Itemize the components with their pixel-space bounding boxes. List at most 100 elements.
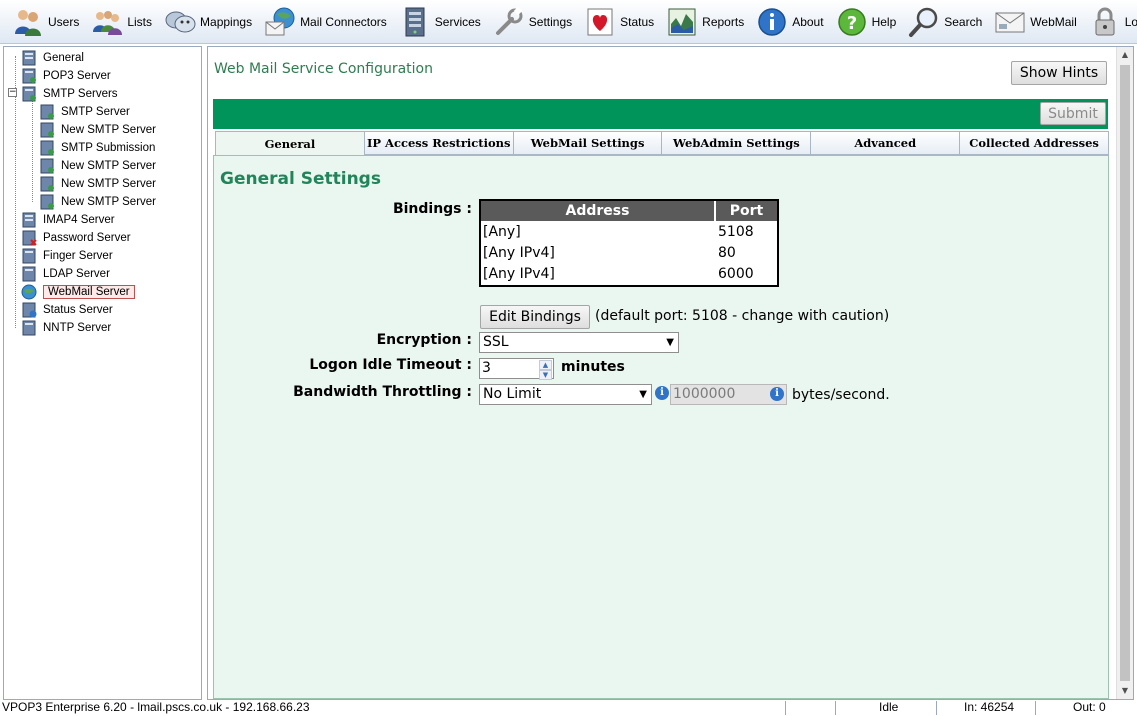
bindings-note: (default port: 5108 - change with cautio…: [595, 308, 890, 324]
settings-icon: [493, 6, 525, 38]
tree-item-smtp-server[interactable]: SMTP Server: [39, 103, 130, 121]
show-hints-button[interactable]: Show Hints: [1011, 61, 1107, 85]
column-header-address: Address: [481, 201, 714, 221]
tab-webmail-settings[interactable]: WebMail Settings: [513, 131, 663, 155]
toolbar-mail-connectors-button[interactable]: Mail Connectors: [260, 2, 391, 42]
mail-connectors-icon: [264, 6, 296, 38]
submit-button[interactable]: Submit: [1040, 102, 1106, 125]
edit-bindings-button[interactable]: Edit Bindings: [480, 305, 590, 329]
section-title: General Settings: [220, 169, 381, 189]
tree-item-pop3-server[interactable]: POP3 Server: [21, 67, 111, 85]
toolbar-status-button[interactable]: Status: [580, 2, 658, 42]
status-divider: [785, 701, 786, 715]
toolbar-lists-button[interactable]: Lists: [87, 2, 156, 42]
bindings-label: Bindings :: [392, 201, 472, 217]
tree-item-password-server[interactable]: Password Server: [21, 229, 131, 247]
server-icon: [39, 158, 55, 174]
tab-advanced[interactable]: Advanced: [811, 131, 961, 155]
about-icon: [756, 6, 788, 38]
tab-collected-addresses[interactable]: Collected Addresses: [960, 131, 1109, 155]
bandwidth-throttling-value: No Limit: [483, 386, 542, 402]
tab-bar: General IP Access Restrictions WebMail S…: [215, 131, 1109, 155]
toolbar-reports-label: Reports: [702, 14, 745, 29]
dropdown-arrow-icon: ▼: [666, 337, 674, 348]
dropdown-arrow-icon: ▼: [639, 389, 647, 400]
toolbar-settings-label: Settings: [528, 14, 573, 29]
server-icon: [39, 122, 55, 138]
webmail-icon: [994, 6, 1026, 38]
svg-text:?: ?: [846, 13, 856, 34]
scroll-up-icon[interactable]: ▲: [1117, 47, 1133, 63]
bindings-table: Address Port [Any] 5108 [Any IPv4] 80 [A…: [479, 199, 779, 287]
tree-item-new-smtp-server[interactable]: New SMTP Server: [39, 157, 156, 175]
status-divider: [835, 701, 836, 715]
collapse-icon[interactable]: −: [8, 88, 17, 97]
info-icon[interactable]: i: [770, 387, 784, 401]
toolbar-about-button[interactable]: About: [752, 2, 827, 42]
tree-item-status-server[interactable]: Status Server: [21, 301, 113, 319]
status-out-count: Out: 0: [1073, 700, 1106, 714]
tree-item-finger-server[interactable]: Finger Server: [21, 247, 113, 265]
tab-ip-access-restrictions[interactable]: IP Access Restrictions: [364, 131, 514, 155]
tree-item-ldap-server[interactable]: LDAP Server: [21, 265, 110, 283]
search-icon: [908, 6, 940, 38]
main-panel: Web Mail Service Configuration Show Hint…: [207, 46, 1134, 700]
server-icon: [21, 50, 37, 66]
services-icon: [399, 6, 431, 38]
bandwidth-throttling-select[interactable]: No Limit ▼: [479, 384, 652, 405]
spin-up-icon[interactable]: ▲: [539, 360, 552, 370]
scroll-down-icon[interactable]: ▼: [1117, 683, 1133, 699]
toolbar-services-button[interactable]: Services: [395, 2, 485, 42]
password-server-icon: [21, 230, 37, 246]
toolbar-help-button[interactable]: ? Help: [832, 2, 901, 42]
server-icon: [21, 68, 37, 84]
toolbar-search-button[interactable]: Search: [904, 2, 986, 42]
toolbar-logout-button[interactable]: Logout: [1085, 2, 1137, 42]
server-icon: [21, 320, 37, 336]
info-icon[interactable]: i: [655, 386, 669, 400]
toolbar-status-label: Status: [620, 14, 655, 29]
encryption-select[interactable]: SSL ▼: [479, 332, 679, 353]
action-bar: Submit: [213, 99, 1108, 129]
logon-idle-timeout-unit: minutes: [561, 359, 625, 375]
tree-item-general[interactable]: General: [21, 49, 84, 67]
toolbar-mappings-label: Mappings: [200, 14, 253, 29]
toolbar-users-button[interactable]: Users: [8, 2, 83, 42]
status-icon: [584, 6, 616, 38]
binding-address: [Any IPv4]: [483, 245, 555, 261]
spin-down-icon[interactable]: ▼: [539, 370, 552, 380]
binding-port: 5108: [718, 224, 754, 240]
server-icon: [39, 176, 55, 192]
vertical-scrollbar[interactable]: ▲ ▼: [1116, 47, 1133, 699]
tree-item-new-smtp-server[interactable]: New SMTP Server: [39, 175, 156, 193]
binding-port: 80: [718, 245, 736, 261]
tree-item-new-smtp-server[interactable]: New SMTP Server: [39, 193, 156, 211]
tab-general[interactable]: General: [215, 131, 365, 155]
toolbar-mappings-button[interactable]: Mappings: [160, 2, 256, 42]
toolbar-about-label: About: [792, 14, 824, 29]
tree-item-imap4-server[interactable]: IMAP4 Server: [21, 211, 115, 229]
toolbar-logout-label: Logout: [1124, 14, 1137, 29]
toolbar-mail-connectors-label: Mail Connectors: [300, 14, 387, 29]
tree-item-webmail-server[interactable]: WebMail Server: [21, 283, 135, 301]
server-icon: [39, 194, 55, 210]
toolbar-reports-button[interactable]: Reports: [662, 2, 748, 42]
toolbar-settings-button[interactable]: Settings: [489, 2, 576, 42]
tab-webadmin-settings[interactable]: WebAdmin Settings: [662, 131, 812, 155]
server-icon: [21, 248, 37, 264]
logon-idle-timeout-stepper[interactable]: 3 ▲ ▼: [479, 358, 554, 380]
status-product: VPOP3 Enterprise 6.20 - lmail.pscs.co.uk…: [2, 700, 310, 714]
toolbar-help-label: Help: [871, 14, 897, 29]
main-toolbar: Users Lists Mappings Mail Connectors Ser…: [0, 0, 1137, 44]
page-title: Web Mail Service Configuration: [214, 61, 433, 77]
toolbar-webmail-button[interactable]: WebMail: [990, 2, 1080, 42]
navigation-tree: − General POP3 Server SMTP Servers SMTP …: [3, 46, 202, 700]
tree-item-new-smtp-server[interactable]: New SMTP Server: [39, 121, 156, 139]
status-in-count: In: 46254: [964, 700, 1015, 714]
tree-item-smtp-servers[interactable]: SMTP Servers: [21, 85, 118, 103]
server-icon: [39, 140, 55, 156]
tree-item-nntp-server[interactable]: NNTP Server: [21, 319, 111, 337]
scroll-thumb[interactable]: [1120, 65, 1130, 681]
tree-item-smtp-submission[interactable]: SMTP Submission: [39, 139, 155, 157]
spin-buttons: ▲ ▼: [539, 360, 552, 380]
